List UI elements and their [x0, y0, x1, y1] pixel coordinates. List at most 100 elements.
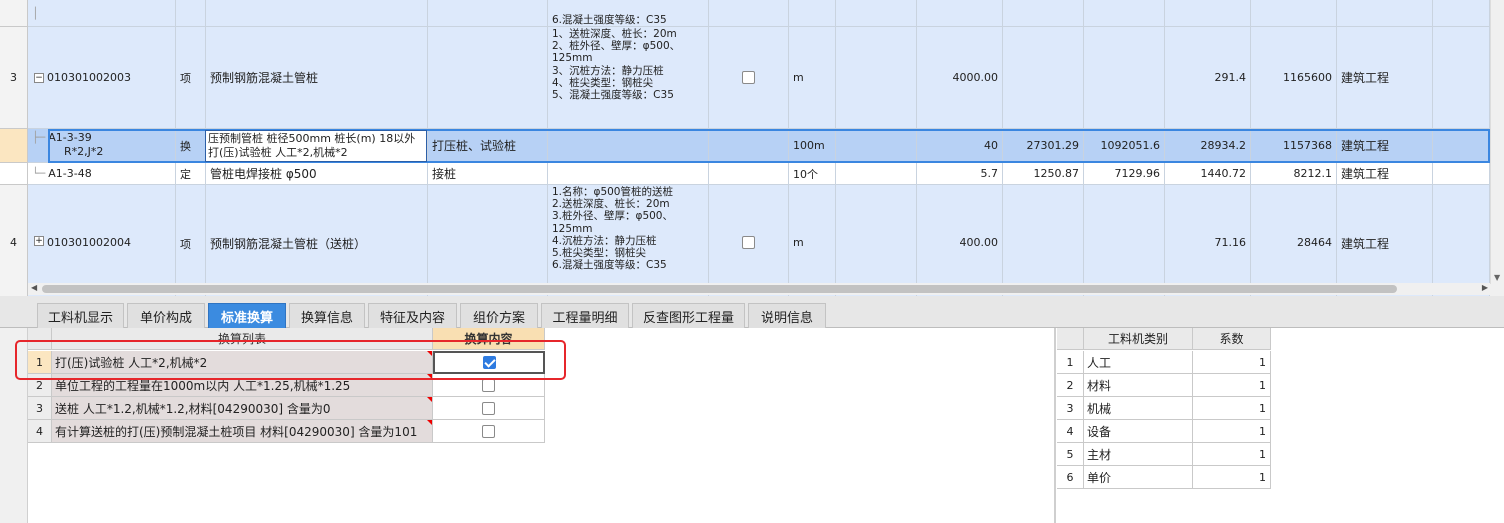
- scrollbar-thumb[interactable]: [42, 285, 1397, 293]
- item-name: 预制钢筋混凝土管桩: [206, 27, 428, 129]
- feature-text: 1、送桩深度、桩长：20m 2、桩外径、壁厚：φ500、125mm 3、沉桩方法…: [548, 27, 709, 129]
- row-number: 1: [28, 351, 52, 374]
- row-number[interactable]: [0, 129, 28, 163]
- item-code: 010301002004: [47, 236, 131, 249]
- table-row[interactable]: + 010301002004 项 预制钢筋混凝土管桩（送桩） 1.名称：φ500…: [28, 185, 1490, 296]
- row-number[interactable]: 3: [0, 27, 28, 129]
- coefficient-value[interactable]: 1: [1193, 466, 1271, 489]
- quantity: 5.7: [917, 163, 1003, 185]
- coefficient-value[interactable]: 1: [1193, 443, 1271, 466]
- row-number: 4: [1057, 420, 1084, 443]
- row-number: 2: [1057, 374, 1084, 397]
- row-number[interactable]: [0, 163, 28, 185]
- unit: m: [789, 185, 836, 296]
- category: 建筑工程: [1337, 185, 1433, 296]
- resource-type: 设备: [1084, 420, 1193, 443]
- category: 建筑工程: [1337, 163, 1433, 185]
- coefficient-value[interactable]: 1: [1193, 351, 1271, 374]
- tab-labor-material-machine[interactable]: 工料机显示: [37, 303, 124, 328]
- table-row[interactable]: │ 6.混凝土强度等级：C35: [28, 0, 1490, 27]
- item-type: 项: [176, 27, 206, 129]
- unit-price: 291.4: [1165, 27, 1251, 129]
- vertical-scrollbar[interactable]: ▼: [1490, 0, 1504, 284]
- item-grid: │ 6.混凝土强度等级：C35 3 − 010301002003 项 预制钢筋混…: [0, 0, 1504, 296]
- scroll-down-arrow-icon[interactable]: ▼: [1494, 273, 1500, 282]
- category: 建筑工程: [1337, 129, 1433, 163]
- row-number: 5: [1057, 443, 1084, 466]
- conversion-checkbox[interactable]: [482, 424, 495, 438]
- item-type: 定: [176, 163, 206, 185]
- collapse-icon[interactable]: −: [34, 72, 44, 83]
- bottom-panel: 换算列表 换算内容 1 打(压)试验桩 人工*2,机械*2 2 单位工程的工程量…: [0, 328, 1504, 523]
- column-header-resource-type[interactable]: 工料机类别: [1084, 328, 1193, 350]
- total-price: 28464: [1251, 185, 1337, 296]
- item-name: 管桩电焊接桩 φ500: [206, 163, 428, 185]
- coefficient-value[interactable]: 1: [1193, 374, 1271, 397]
- conversion-checkbox-checked[interactable]: [482, 356, 496, 369]
- tab-standard-conversion[interactable]: 标准换算: [208, 303, 286, 328]
- row-number[interactable]: 4: [0, 185, 28, 296]
- resource-type: 主材: [1084, 443, 1193, 466]
- column-header-coefficient[interactable]: 系数: [1193, 328, 1271, 350]
- resource-type: 材料: [1084, 374, 1193, 397]
- row-number: 6: [1057, 466, 1084, 489]
- conversion-label: 打(压)试验桩 人工*2,机械*2: [52, 351, 433, 374]
- total-price: 8212.1: [1251, 163, 1337, 185]
- unit: m: [789, 27, 836, 129]
- tab-unit-price-composition[interactable]: 单价构成: [127, 303, 205, 328]
- conversion-label: 单位工程的工程量在1000m以内 人工*1.25,机械*1.25: [52, 374, 433, 397]
- value-1: 1250.87: [1003, 163, 1084, 185]
- table-row[interactable]: − 010301002003 项 预制钢筋混凝土管桩 1、送桩深度、桩长：20m…: [28, 27, 1490, 129]
- coefficient-value[interactable]: 1: [1193, 420, 1271, 443]
- work-content: 打压桩、试验桩: [428, 129, 548, 163]
- resource-type: 机械: [1084, 397, 1193, 420]
- expand-icon[interactable]: +: [34, 236, 44, 246]
- note-marker-icon: [427, 420, 432, 425]
- tab-pricing-scheme[interactable]: 组价方案: [460, 303, 538, 328]
- quantity: 400.00: [917, 185, 1003, 296]
- scroll-left-arrow-icon[interactable]: ◀: [31, 283, 37, 292]
- conversion-label: 有计算送桩的打(压)预制混凝土桩项目 材料[04290030] 含量为101: [52, 420, 433, 443]
- category: 建筑工程: [1337, 27, 1433, 129]
- unit: 10个: [789, 163, 836, 185]
- row-number: 3: [1057, 397, 1084, 420]
- row-number[interactable]: [0, 0, 28, 27]
- note-marker-icon: [427, 351, 432, 356]
- quantity: 4000.00: [917, 27, 1003, 129]
- note-marker-icon: [427, 397, 432, 402]
- checkbox[interactable]: [742, 71, 755, 84]
- quota-code: A1-3-39: [48, 131, 92, 144]
- tab-features-content[interactable]: 特征及内容: [368, 303, 457, 328]
- coefficient-value[interactable]: 1: [1193, 397, 1271, 420]
- horizontal-scrollbar[interactable]: ◀ ▶: [28, 283, 1490, 295]
- column-header-conversion-list[interactable]: 换算列表: [52, 328, 433, 350]
- unit-price: 1440.72: [1165, 163, 1251, 185]
- tab-bar: 工料机显示 单价构成 标准换算 换算信息 特征及内容 组价方案 工程量明细 反查…: [0, 296, 1504, 328]
- tab-quantity-detail[interactable]: 工程量明细: [541, 303, 629, 328]
- total-price: 1165600: [1251, 27, 1337, 129]
- value-2: 1092051.6: [1084, 129, 1165, 163]
- row-number: 3: [28, 397, 52, 420]
- tab-conversion-info[interactable]: 换算信息: [289, 303, 365, 328]
- quantity: 40: [917, 129, 1003, 163]
- checkbox[interactable]: [742, 236, 755, 249]
- name-edit-field[interactable]: 压预制管桩 桩径500mm 桩长(m) 18以外 打(压)试验桩 人工*2,机械…: [205, 130, 427, 162]
- item-code: 010301002003: [47, 71, 131, 84]
- unit: 100m: [789, 129, 836, 163]
- tab-description[interactable]: 说明信息: [748, 303, 826, 328]
- panel-splitter[interactable]: [1054, 328, 1056, 523]
- conversion-checkbox[interactable]: [482, 378, 495, 392]
- unit-price: 71.16: [1165, 185, 1251, 296]
- unit-price: 28934.2: [1165, 129, 1251, 163]
- resource-type: 人工: [1084, 351, 1193, 374]
- value-1: 27301.29: [1003, 129, 1084, 163]
- value-2: 7129.96: [1084, 163, 1165, 185]
- quota-code: A1-3-48: [48, 167, 92, 180]
- feature-text: 6.混凝土强度等级：C35: [548, 0, 709, 27]
- table-row[interactable]: └─ A1-3-48 定 管桩电焊接桩 φ500 接桩 10个 5.7 1250.…: [28, 163, 1490, 185]
- conversion-checkbox[interactable]: [482, 401, 495, 415]
- tab-reverse-graphic-quantity[interactable]: 反查图形工程量: [632, 303, 745, 328]
- scroll-right-arrow-icon[interactable]: ▶: [1482, 283, 1488, 292]
- conversion-label: 送桩 人工*1.2,机械*1.2,材料[04290030] 含量为0: [52, 397, 433, 420]
- column-header-conversion-content[interactable]: 换算内容: [433, 328, 545, 350]
